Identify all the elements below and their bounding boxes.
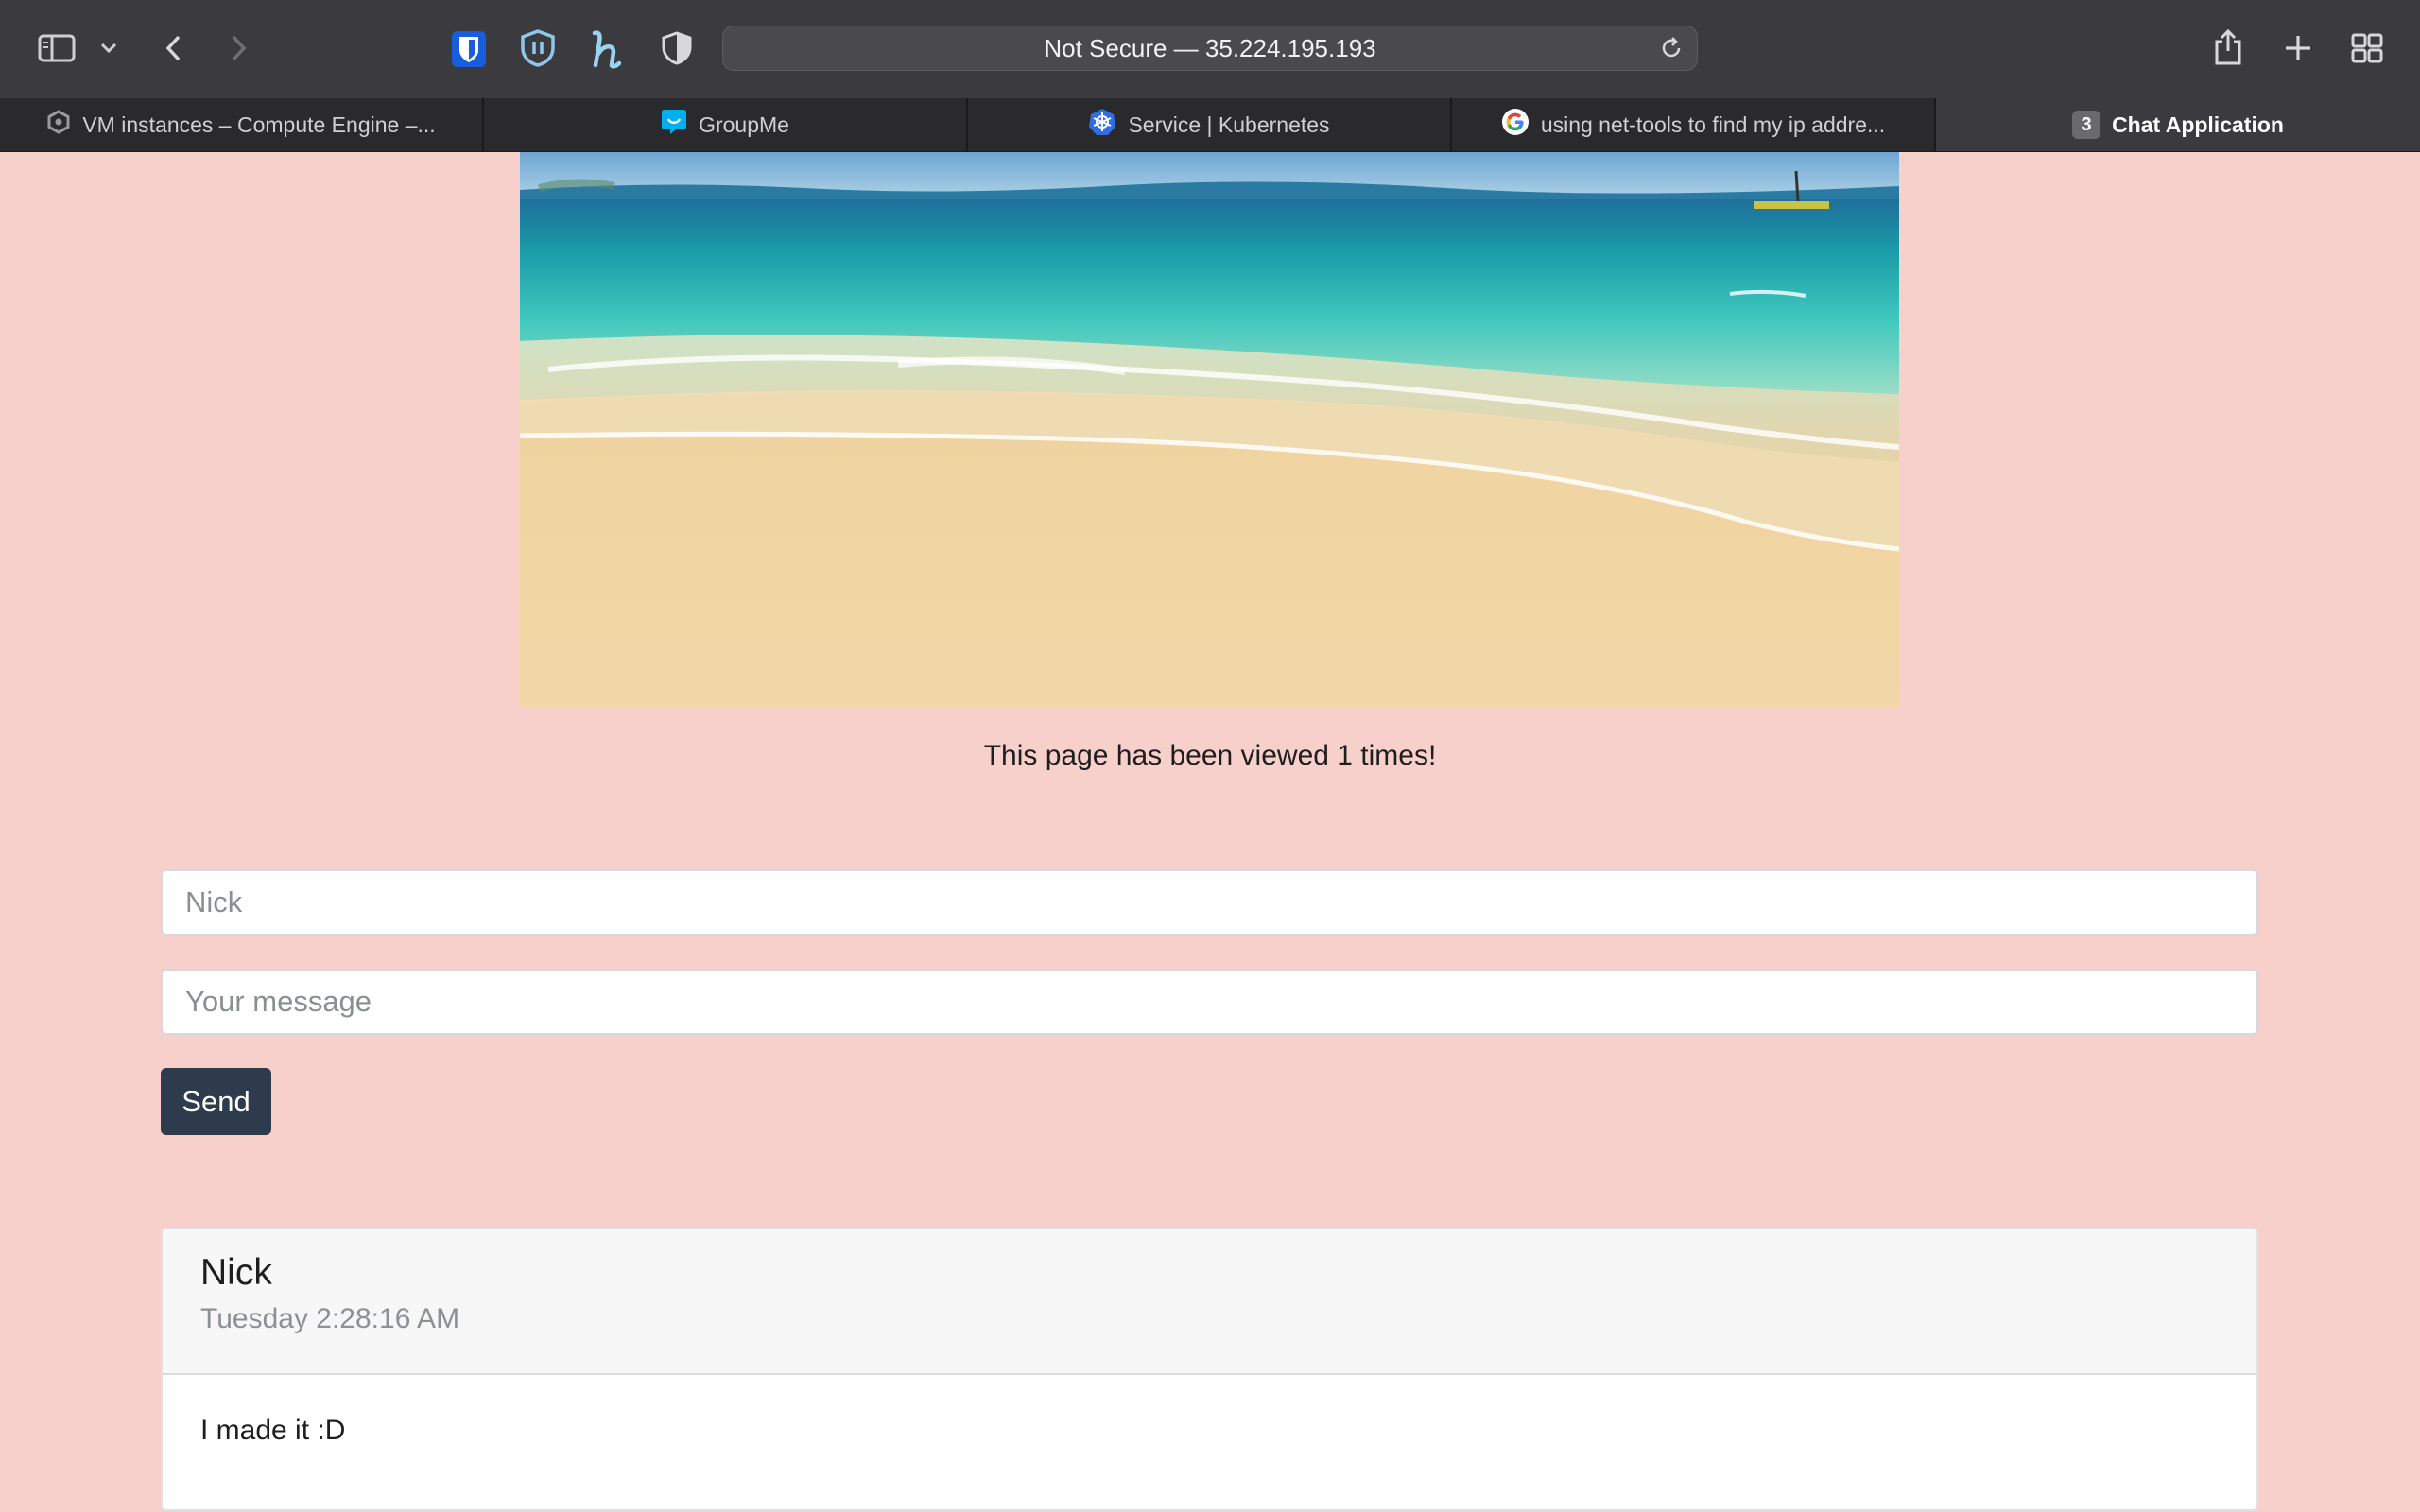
privacy-shield-icon[interactable] (518, 28, 558, 68)
message-text: I made it :D (200, 1415, 346, 1446)
page-content: This page has been viewed 1 times! Send … (0, 152, 2420, 1512)
message-author: Nick (200, 1252, 272, 1293)
tab-kubernetes[interactable]: Service | Kubernetes (968, 98, 1452, 151)
tab-count-badge: 3 (2072, 111, 2101, 139)
tab-bar: VM instances – Compute Engine –... Group… (0, 98, 2420, 152)
address-text: Not Secure — 35.224.195.193 (1044, 33, 1376, 62)
shield-half-icon[interactable] (660, 30, 694, 66)
tab-label: GroupMe (699, 112, 789, 137)
share-icon[interactable] (2210, 26, 2246, 68)
name-input[interactable] (161, 869, 2258, 936)
tab-vm-instances[interactable]: VM instances – Compute Engine –... (0, 98, 484, 151)
tab-google-search[interactable]: using net-tools to find my ip addre... (1452, 98, 1936, 151)
forward-icon[interactable] (225, 32, 253, 64)
tab-label: Service | Kubernetes (1128, 112, 1330, 137)
message-input[interactable] (161, 969, 2258, 1035)
browser-toolbar: Not Secure — 35.224.195.193 (0, 0, 2420, 99)
message-header: Nick Tuesday 2:28:16 AM (163, 1229, 2256, 1375)
tab-chat-application[interactable]: 3 Chat Application (1936, 98, 2420, 151)
groupme-icon (661, 108, 687, 142)
sidebar-toggle-icon[interactable] (38, 32, 76, 64)
message-timestamp: Tuesday 2:28:16 AM (200, 1303, 460, 1334)
reload-icon[interactable] (1659, 36, 1684, 67)
message-card: Nick Tuesday 2:28:16 AM I made it :D (161, 1228, 2258, 1511)
view-counter: This page has been viewed 1 times! (983, 740, 1437, 771)
address-bar[interactable]: Not Secure — 35.224.195.193 (722, 26, 1698, 71)
tab-label: Chat Application (2112, 112, 2284, 137)
google-icon (1501, 108, 1530, 142)
beach-hero-image (520, 152, 1899, 707)
back-icon[interactable] (159, 32, 187, 64)
send-button[interactable]: Send (161, 1068, 271, 1135)
gcp-icon (46, 110, 71, 140)
tab-label: VM instances – Compute Engine –... (82, 112, 436, 137)
tab-label: using net-tools to find my ip addre... (1540, 112, 1886, 137)
tab-overview-icon[interactable] (2348, 30, 2386, 66)
honey-icon[interactable] (586, 26, 626, 70)
bitwarden-icon[interactable] (450, 30, 488, 68)
chevron-down-icon[interactable] (98, 38, 119, 59)
new-tab-icon[interactable] (2280, 30, 2316, 66)
tab-groupme[interactable]: GroupMe (484, 98, 968, 151)
kubernetes-icon (1088, 108, 1116, 142)
